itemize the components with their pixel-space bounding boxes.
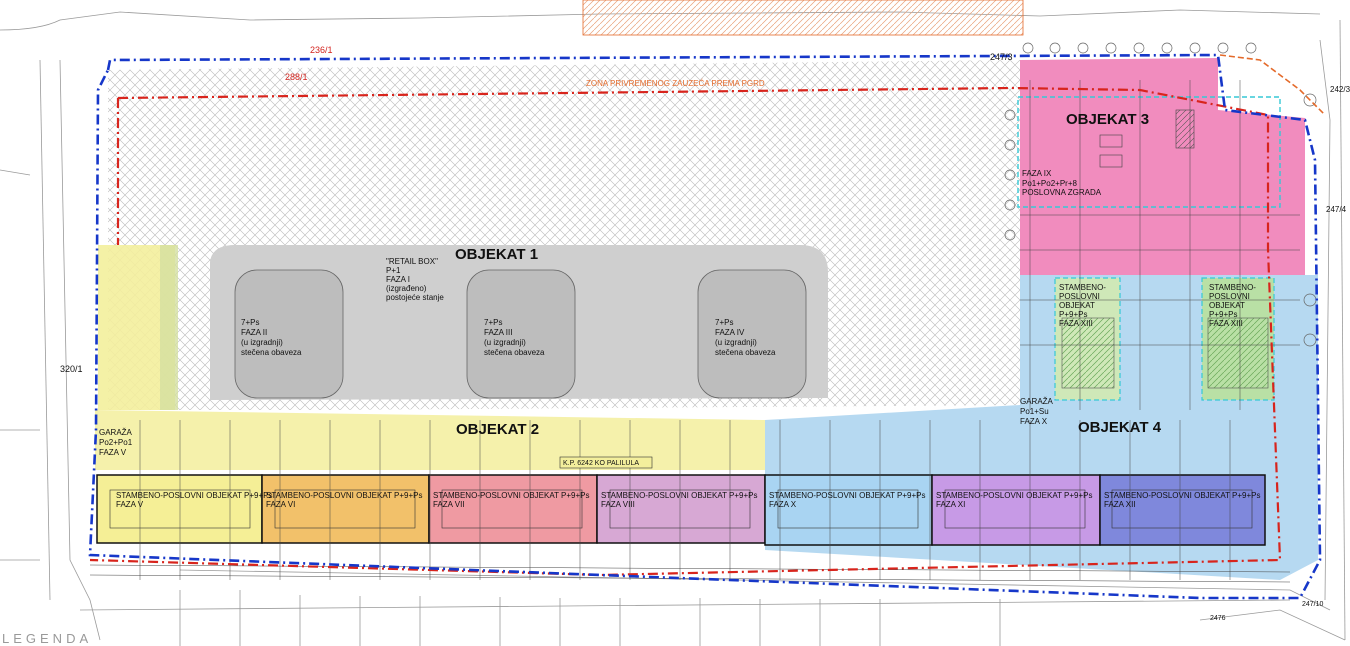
green-left-l4: P+9+Ps (1059, 310, 1087, 319)
garaza-right-l3: FAZA X (1020, 417, 1048, 426)
objekat3-area (1020, 58, 1305, 275)
strip-vii-title: STAMBENO-POSLOVNI OBJEKAT P+9+Ps (433, 491, 590, 500)
green-left-l3: OBJEKAT (1059, 301, 1095, 310)
green-tower-left-hatch (1061, 317, 1115, 389)
phase3-l3: (u izgradnji) (484, 338, 526, 347)
strip-xi-faza: FAZA XI (936, 500, 965, 509)
parcel-7: 2476 (1210, 615, 1226, 622)
temporary-zone-top (582, 0, 1024, 36)
garaza-left-l2: Po2+Po1 (99, 438, 133, 447)
retail-line3: FAZA I (386, 275, 410, 284)
strip-faza-vi (261, 474, 430, 544)
phase3-l4: stečena obaveza (484, 348, 545, 357)
parcel-6: 247/10 (1302, 601, 1324, 608)
phase2-l4: stečena obaveza (241, 348, 302, 357)
strip-v-title: STAMBENO-POSLOVNI OBJEKAT P+9+Ps (116, 491, 273, 500)
green-right-l2: POSLOVNI (1209, 292, 1250, 301)
faza-ix-l1: FAZA IX (1022, 169, 1052, 178)
strip-viii-faza: FAZA VIII (601, 500, 635, 509)
strip-faza-xi (931, 474, 1101, 546)
strip-vi-faza: FAZA VI (266, 500, 295, 509)
left-green-strip (160, 245, 178, 410)
parcel-2: 247/3 (990, 52, 1013, 62)
green-tower-right-hatch (1207, 317, 1269, 389)
green-right-l4: P+9+Ps (1209, 310, 1237, 319)
phase3-l1: 7+Ps (484, 318, 502, 327)
objekat1-label: OBJEKAT 1 (455, 246, 538, 263)
strip-faza-vii (428, 474, 598, 544)
strip-faza-x (764, 474, 933, 546)
parcel-5: 247/4 (1326, 205, 1347, 214)
strip-viii-title: STAMBENO-POSLOVNI OBJEKAT P+9+Ps (601, 491, 758, 500)
garaza-left-l1: GARAŽA (99, 428, 133, 437)
garaza-left-l3: FAZA V (99, 448, 127, 457)
garaza-right-l2: Po1+Su (1020, 407, 1049, 416)
strip-vii-faza: FAZA VII (433, 500, 465, 509)
strip-xi-title: STAMBENO-POSLOVNI OBJEKAT P+9+Ps (936, 491, 1093, 500)
strip-faza-viii (596, 474, 766, 544)
phase4-l3: (u izgradnji) (715, 338, 757, 347)
green-left-l2: POSLOVNI (1059, 292, 1100, 301)
retail-line2: P+1 (386, 266, 401, 275)
objekat4-label: OBJEKAT 4 (1078, 419, 1162, 436)
phase4-l2: FAZA IV (715, 328, 745, 337)
green-right-l3: OBJEKAT (1209, 301, 1245, 310)
faza-ix-l2: Po1+Po2+Pr+8 (1022, 179, 1077, 188)
strip-vi-title: STAMBENO-POSLOVNI OBJEKAT P+9+Ps (266, 491, 423, 500)
parcel-3: 320/1 (60, 364, 83, 374)
strip-x-title: STAMBENO-POSLOVNI OBJEKAT P+9+Ps (769, 491, 926, 500)
phase2-l2: FAZA II (241, 328, 267, 337)
strip-xii-title: STAMBENO-POSLOVNI OBJEKAT P+9+Ps (1104, 491, 1261, 500)
phase3-l2: FAZA III (484, 328, 512, 337)
kp-label: K.P. 6242 KO PALILULA (563, 460, 639, 467)
strip-faza-xii (1099, 474, 1266, 546)
legend-label: LEGENDA (2, 631, 92, 646)
green-left-l5: FAZA XIII (1059, 319, 1093, 328)
strip-v-faza: FAZA V (116, 500, 144, 509)
green-right-l1: STAMBENO- (1209, 283, 1256, 292)
retail-line5: postojeće stanje (386, 293, 444, 302)
objekat3-core-3 (1175, 109, 1195, 149)
faza-ix-l3: POSLOVNA ZGRADA (1022, 188, 1102, 197)
strip-x-faza: FAZA X (769, 500, 797, 509)
phase2-l1: 7+Ps (241, 318, 259, 327)
parcel-1: 236/1 (310, 45, 333, 55)
objekat3-label: OBJEKAT 3 (1066, 111, 1149, 128)
parcel-8: 288/1 (285, 72, 308, 82)
strip-xii-faza: FAZA XII (1104, 500, 1136, 509)
zona-label: ZONA PRIVREMENOG ZAUZEĆA PREMA PGRD (586, 79, 765, 88)
phase2-l3: (u izgradnji) (241, 338, 283, 347)
phase4-l4: stečena obaveza (715, 348, 776, 357)
parcel-4: 242/3 (1330, 85, 1350, 94)
phase4-l1: 7+Ps (715, 318, 733, 327)
retail-line1: "RETAIL BOX" (386, 257, 438, 266)
strip-faza-v (96, 474, 263, 544)
objekat2-label: OBJEKAT 2 (456, 421, 539, 438)
retail-line4: (izgrađeno) (386, 284, 427, 293)
building-strip (96, 474, 1266, 546)
green-left-l1: STAMBENO- (1059, 283, 1106, 292)
site-plan: OBJEKAT 1 OBJEKAT 2 OBJEKAT 3 OBJEKAT 4 … (0, 0, 1350, 646)
garaza-right-l1: GARAŽA (1020, 397, 1054, 406)
green-right-l5: FAZA XIII (1209, 319, 1243, 328)
